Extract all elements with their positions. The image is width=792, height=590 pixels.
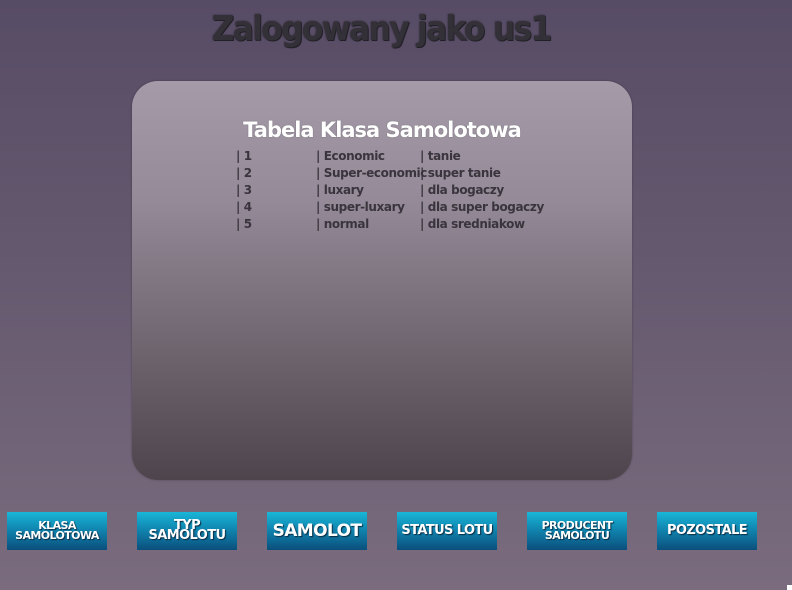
corner-mark — [787, 585, 792, 590]
typ-button-label: TYP SAMOLOTU — [148, 518, 227, 543]
status-button-label: STATUS LOTU — [401, 523, 493, 538]
cell-id: | 2 — [236, 166, 252, 180]
producent-samolotu-button[interactable]: PRODUCENT SAMOLOTU — [527, 512, 627, 550]
samolot-button[interactable]: SAMOLOT — [267, 512, 367, 550]
status-lotu-button[interactable]: STATUS LOTU — [397, 512, 497, 550]
table-panel: Tabela Klasa Samolotowa | 1 | Economic |… — [132, 81, 632, 480]
table-title: Tabela Klasa Samolotowa — [243, 118, 522, 142]
cell-name: | luxary — [316, 183, 364, 197]
cell-description: | dla bogaczy — [420, 183, 504, 197]
pozostale-button-label: POZOSTALE — [666, 523, 748, 538]
cell-id: | 1 — [236, 149, 252, 163]
cell-description: | dla super bogaczy — [420, 200, 544, 214]
cell-id: | 4 — [236, 200, 252, 214]
typ-samolotu-button[interactable]: TYP SAMOLOTU — [137, 512, 237, 550]
page-title: Zalogowany jako us1 — [211, 9, 553, 49]
cell-id: | 5 — [236, 217, 252, 231]
cell-description: | dla sredniakow — [420, 217, 525, 231]
klasa-samolotowa-button[interactable]: KLASA SAMOLOTOWA — [7, 512, 107, 550]
cell-description: | tanie — [420, 149, 461, 163]
samolot-button-label: SAMOLOT — [272, 521, 362, 541]
cell-description: | super tanie — [420, 166, 501, 180]
cell-id: | 3 — [236, 183, 252, 197]
cell-name: | super-luxary — [316, 200, 405, 214]
producent-button-label-line2: SAMOLOTU — [544, 529, 610, 542]
cell-name: | Super-economic — [316, 166, 427, 180]
klasa-button-label-line2: SAMOLOTOWA — [15, 529, 99, 542]
cell-name: | normal — [316, 217, 369, 231]
cell-name: | Economic — [316, 149, 385, 163]
pozostale-button[interactable]: POZOSTALE — [657, 512, 757, 550]
